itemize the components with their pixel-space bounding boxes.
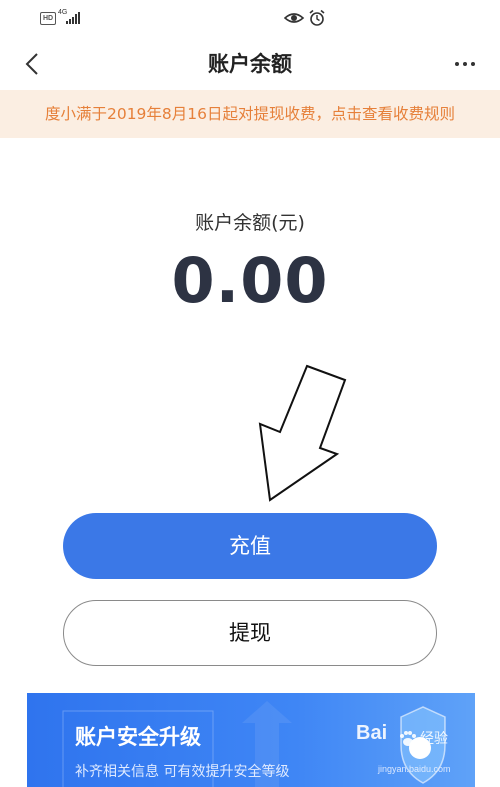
annotation-arrow-icon xyxy=(258,364,347,502)
withdraw-button[interactable]: 提现 xyxy=(63,600,437,666)
banner-title: 账户安全升级 xyxy=(75,725,201,749)
recharge-button[interactable]: 充值 xyxy=(63,513,437,579)
paw-icon xyxy=(400,731,416,746)
baidu-logo: Bai xyxy=(356,722,388,744)
banner-subtitle: 补齐相关信息 可有效提升安全等级 xyxy=(75,764,290,780)
watermark-url: jingyan.baidu.com xyxy=(378,764,451,774)
watermark-text: 经验 xyxy=(420,731,448,747)
